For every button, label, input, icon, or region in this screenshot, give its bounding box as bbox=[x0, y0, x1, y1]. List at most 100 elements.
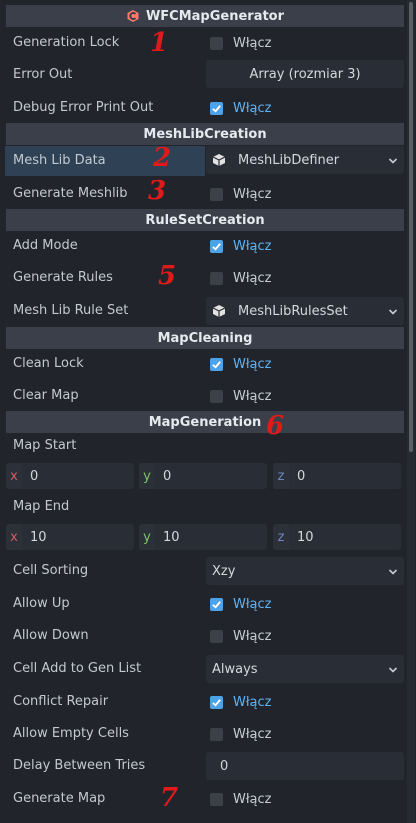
map-end-z-field[interactable]: z 10 bbox=[273, 524, 401, 550]
section-header-meshlibcreation[interactable]: MeshLibCreation bbox=[6, 123, 404, 145]
resource-cube-icon bbox=[212, 153, 226, 167]
property-map-start: Map Start bbox=[0, 431, 416, 461]
vector-value: 0 bbox=[30, 468, 39, 484]
annotation-mark: 3 bbox=[148, 176, 167, 206]
conflict-repair-checkbox[interactable]: Włącz bbox=[206, 688, 404, 716]
property-label: Generation Lock bbox=[13, 35, 120, 50]
map-end-vector: x 10 y 10 z 10 bbox=[6, 524, 404, 550]
dropdown-value: Xzy bbox=[212, 563, 236, 579]
clean-lock-checkbox[interactable]: Włącz bbox=[206, 350, 404, 378]
property-label: Mesh Lib Rule Set bbox=[13, 303, 129, 318]
property-generation-lock: Generation Lock Włącz bbox=[0, 28, 416, 58]
section-header-rulesetcreation[interactable]: RuleSetCreation bbox=[6, 209, 404, 231]
cell-add-to-gen-list-dropdown[interactable]: Always bbox=[206, 655, 404, 683]
vector-value: 10 bbox=[163, 529, 180, 545]
generation-lock-checkbox[interactable]: Włącz bbox=[206, 29, 404, 57]
property-mesh-lib-data: Mesh Lib Data MeshLibDefiner bbox=[0, 146, 416, 176]
property-generate-rules: Generate Rules Włącz bbox=[0, 263, 416, 293]
error-out-array-button[interactable]: Array (rozmiar 3) bbox=[206, 60, 404, 88]
checkbox-text: Włącz bbox=[233, 388, 272, 404]
add-mode-checkbox[interactable]: Włącz bbox=[206, 232, 404, 260]
generate-map-checkbox[interactable]: Włącz bbox=[206, 785, 404, 813]
resource-name: MeshLibDefiner bbox=[238, 152, 340, 168]
property-allow-empty-cells: Allow Empty Cells Włącz bbox=[0, 719, 416, 749]
clear-map-checkbox[interactable]: Włącz bbox=[206, 382, 404, 410]
section-header-mapcleaning[interactable]: MapCleaning bbox=[6, 327, 404, 349]
vector-value: 10 bbox=[297, 529, 314, 545]
property-label: Generate Rules bbox=[13, 270, 113, 285]
resource-cube-icon bbox=[212, 304, 226, 318]
map-start-y-field[interactable]: y 0 bbox=[139, 463, 267, 489]
section-title: RuleSetCreation bbox=[145, 212, 265, 228]
axis-label-y: y bbox=[139, 524, 155, 550]
checkbox-text: Włącz bbox=[233, 35, 272, 51]
vector-value: 0 bbox=[163, 468, 172, 484]
property-label: Allow Down bbox=[13, 628, 89, 643]
property-generate-map: Generate Map Włącz bbox=[0, 784, 416, 814]
checkbox-text: Włącz bbox=[233, 186, 272, 202]
checkbox-unchecked-icon bbox=[210, 727, 223, 741]
map-start-x-field[interactable]: x 0 bbox=[6, 463, 134, 489]
chevron-down-icon[interactable] bbox=[388, 566, 398, 576]
property-label: Cell Add to Gen List bbox=[13, 661, 142, 676]
axis-label-x: x bbox=[6, 524, 22, 550]
scrollbar-thumb[interactable] bbox=[409, 2, 413, 452]
property-label: Delay Between Tries bbox=[13, 758, 146, 773]
map-start-z-field[interactable]: z 0 bbox=[273, 463, 401, 489]
section-header-mapgeneration[interactable]: MapGeneration bbox=[6, 411, 404, 433]
property-debug-error-print-out: Debug Error Print Out Włącz bbox=[0, 93, 416, 123]
property-add-mode: Add Mode Włącz bbox=[0, 231, 416, 261]
property-map-end: Map End bbox=[0, 492, 416, 522]
allow-empty-cells-checkbox[interactable]: Włącz bbox=[206, 720, 404, 748]
checkbox-unchecked-icon bbox=[210, 389, 223, 403]
mesh-lib-rule-set-resource-picker[interactable]: MeshLibRulesSet bbox=[206, 297, 404, 325]
property-mesh-lib-rule-set: Mesh Lib Rule Set MeshLibRulesSet bbox=[0, 296, 416, 326]
property-label: Conflict Repair bbox=[13, 694, 109, 709]
checkbox-text: Włącz bbox=[233, 791, 272, 807]
property-label: Map End bbox=[13, 499, 70, 514]
section-title: MapGeneration bbox=[148, 414, 262, 430]
chevron-down-icon[interactable] bbox=[388, 306, 398, 316]
section-title: MapCleaning bbox=[157, 330, 253, 346]
property-label: Allow Empty Cells bbox=[13, 726, 129, 741]
allow-up-checkbox[interactable]: Włącz bbox=[206, 590, 404, 618]
property-label: Add Mode bbox=[13, 238, 78, 253]
dropdown-value: Always bbox=[212, 661, 258, 677]
property-label: Generate Map bbox=[13, 791, 106, 806]
annotation-mark: 1 bbox=[150, 28, 169, 58]
property-delay-between-tries: Delay Between Tries 0 bbox=[0, 751, 416, 781]
annotation-mark: 6 bbox=[266, 411, 285, 441]
property-allow-down: Allow Down Włącz bbox=[0, 621, 416, 651]
mesh-lib-data-resource-picker[interactable]: MeshLibDefiner bbox=[206, 146, 404, 174]
checkbox-checked-icon bbox=[210, 101, 223, 115]
property-label: Debug Error Print Out bbox=[13, 100, 154, 115]
property-conflict-repair: Conflict Repair Włącz bbox=[0, 687, 416, 717]
checkbox-text: Włącz bbox=[233, 694, 272, 710]
annotation-mark: 2 bbox=[153, 143, 172, 173]
annotation-mark: 7 bbox=[160, 783, 179, 813]
map-start-vector: x 0 y 0 z 0 bbox=[6, 463, 404, 489]
checkbox-text: Włącz bbox=[233, 100, 272, 116]
vector-value: 10 bbox=[30, 529, 47, 545]
section-title: MeshLibCreation bbox=[143, 126, 267, 142]
property-clean-lock: Clean Lock Włącz bbox=[0, 349, 416, 379]
annotation-mark: 5 bbox=[158, 261, 177, 291]
map-end-x-field[interactable]: x 10 bbox=[6, 524, 134, 550]
property-generate-meshlib: Generate Meshlib Włącz bbox=[0, 179, 416, 209]
property-label: Clean Lock bbox=[13, 356, 84, 371]
chevron-down-icon[interactable] bbox=[388, 155, 398, 165]
checkbox-text: Włącz bbox=[233, 596, 272, 612]
generate-rules-checkbox[interactable]: Włącz bbox=[206, 264, 404, 292]
chevron-down-icon[interactable] bbox=[388, 664, 398, 674]
debug-error-print-out-checkbox[interactable]: Włącz bbox=[206, 94, 404, 122]
property-label: Error Out bbox=[13, 67, 73, 82]
generate-meshlib-checkbox[interactable]: Włącz bbox=[206, 180, 404, 208]
cell-sorting-dropdown[interactable]: Xzy bbox=[206, 557, 404, 585]
map-end-y-field[interactable]: y 10 bbox=[139, 524, 267, 550]
delay-between-tries-spinbox[interactable]: 0 bbox=[206, 752, 404, 780]
section-header-wfcmapgenerator[interactable]: WFCMapGenerator bbox=[6, 5, 404, 27]
property-label: Map Start bbox=[13, 438, 77, 453]
checkbox-checked-icon bbox=[210, 695, 223, 709]
property-label: Mesh Lib Data bbox=[5, 146, 205, 176]
allow-down-checkbox[interactable]: Włącz bbox=[206, 622, 404, 650]
